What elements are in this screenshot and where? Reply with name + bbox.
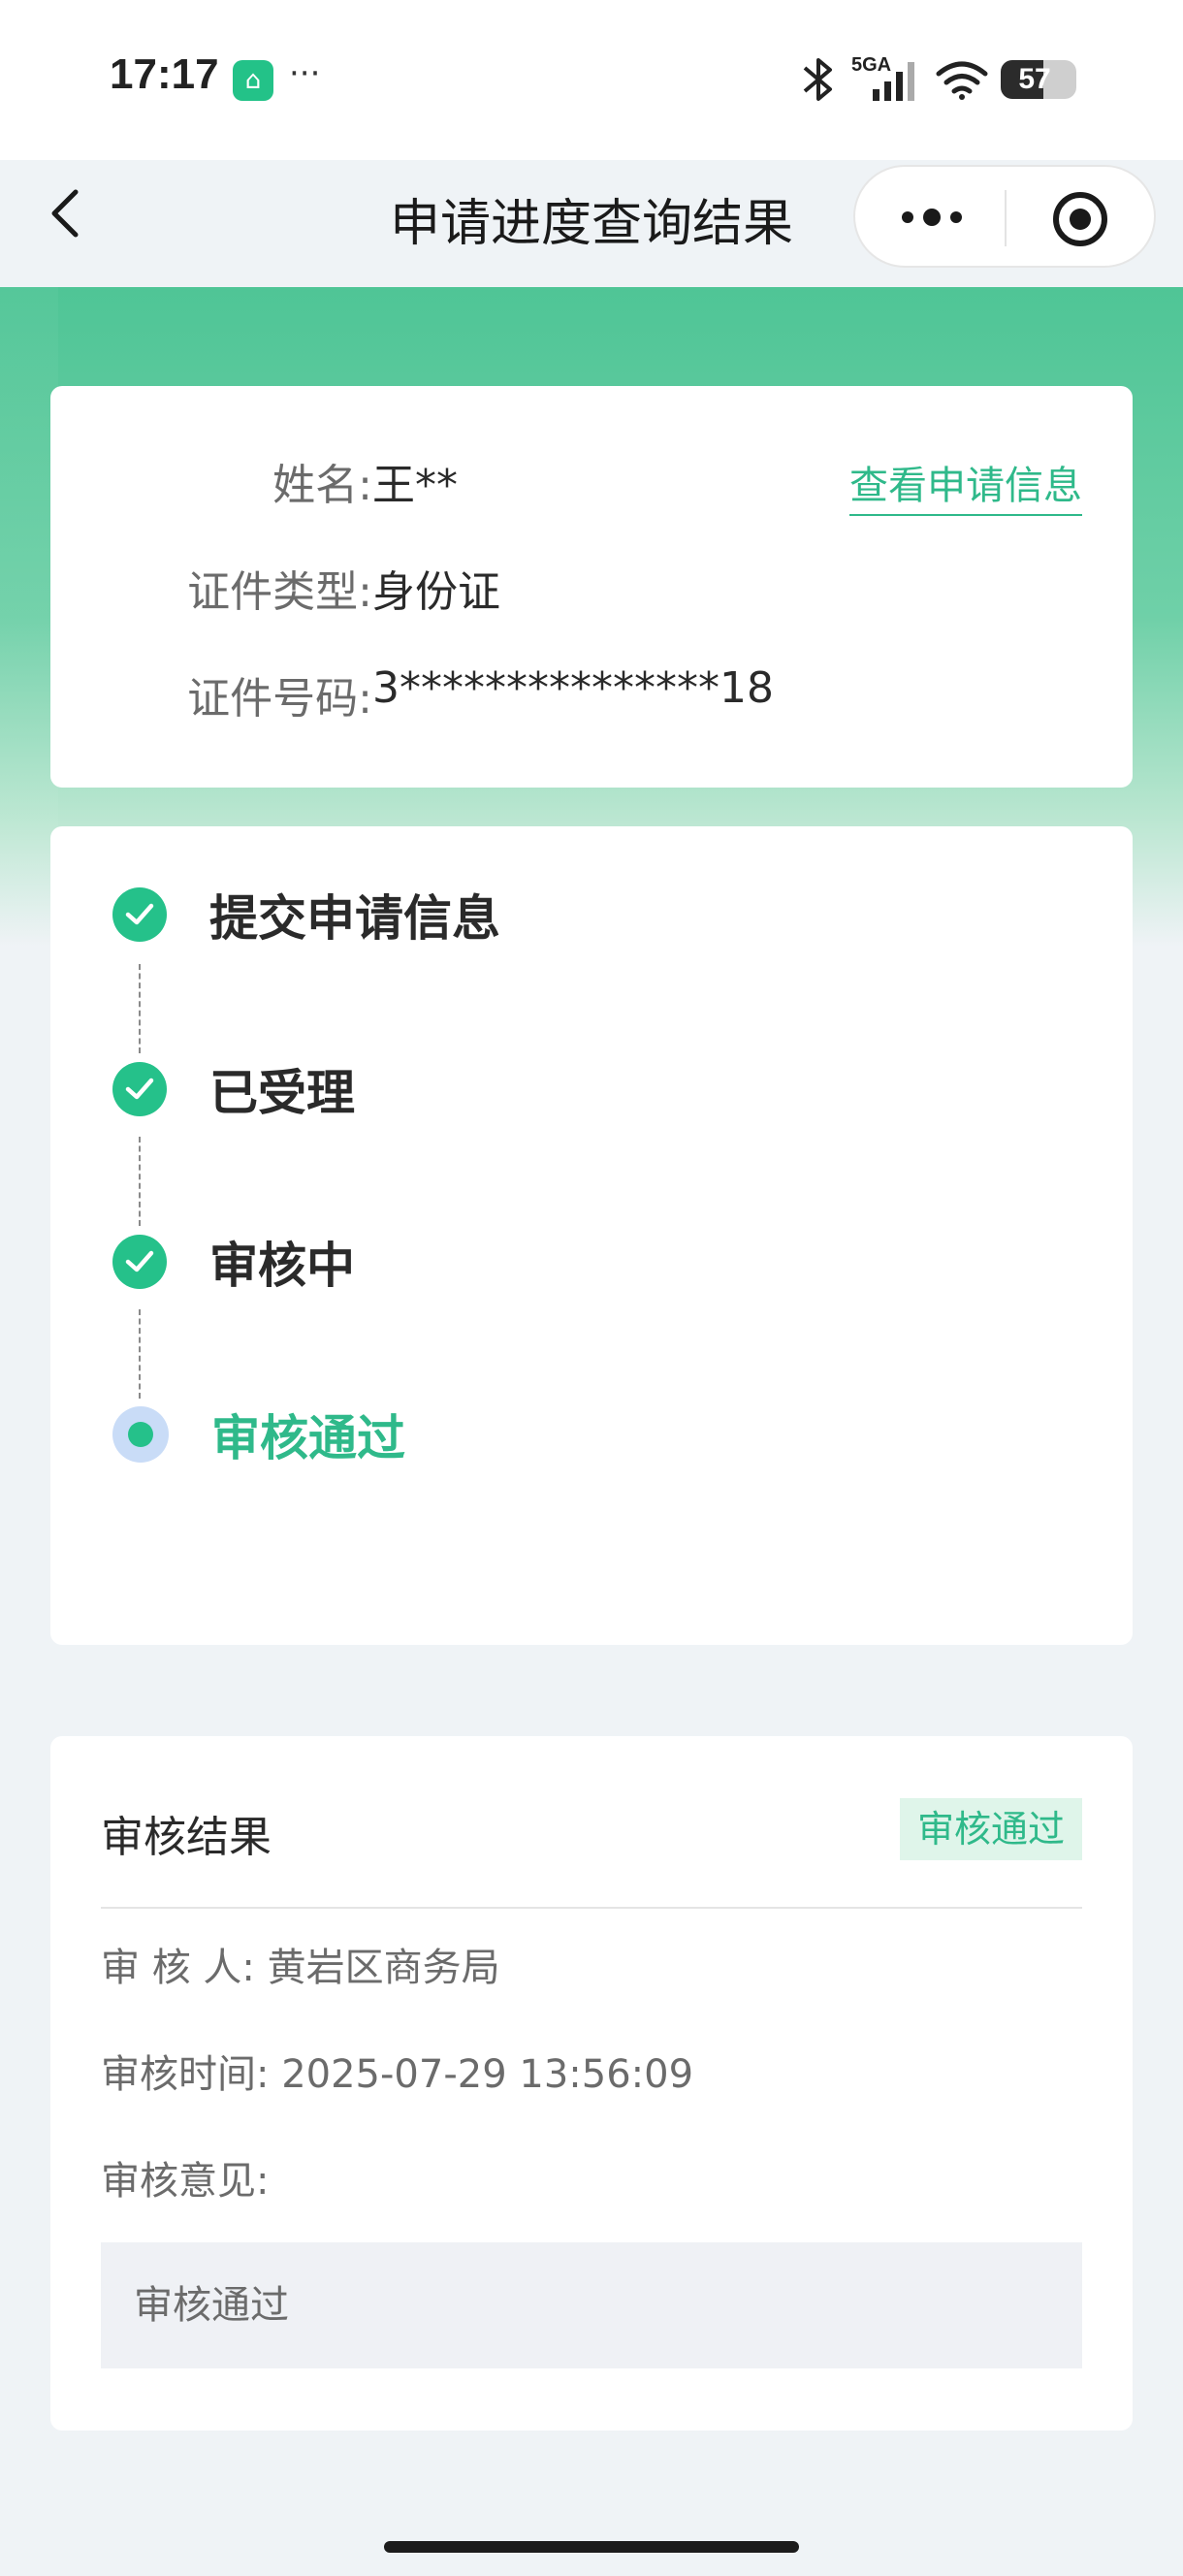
home-indicator[interactable]: [384, 2541, 799, 2553]
id-type-value: 身份证: [372, 567, 500, 617]
status-badge: 审核通过: [899, 1798, 1082, 1860]
step-label: 提交申请信息: [209, 890, 500, 947]
divider: [101, 1907, 1082, 1909]
progress-step-current: 审核通过: [112, 1401, 405, 1468]
review-time-value: 2025-07-29 13:56:09: [281, 2052, 694, 2097]
step-label: 已受理: [209, 1065, 355, 1121]
view-application-link[interactable]: 查看申请信息: [849, 454, 1082, 516]
step-connector: [139, 1137, 141, 1226]
miniprogram-capsule: [853, 165, 1156, 268]
opinion-row: 审核意见:: [101, 2149, 269, 2206]
wifi-icon: [936, 61, 988, 100]
status-time: 17:17: [110, 50, 219, 98]
close-miniprogram-icon[interactable]: [1051, 190, 1109, 248]
id-number-value: 3***************18: [372, 663, 774, 713]
step-label: 审核通过: [211, 1410, 405, 1466]
reviewer-row: 审 核 人: 黄岩区商务局: [101, 1936, 500, 1992]
status-indicators: 5GA 57: [797, 54, 1076, 105]
current-step-dot-icon: [112, 1406, 169, 1463]
more-icon[interactable]: [898, 196, 966, 239]
review-time-row: 审核时间: 2025-07-29 13:56:09: [101, 2043, 693, 2099]
review-result-card: 审核结果 审核通过 审 核 人: 黄岩区商务局 审核时间: 2025-07-29…: [50, 1736, 1133, 2431]
status-bar: 17:17 ⌂ ··· 5GA 57: [0, 0, 1183, 160]
name-value: 王**: [372, 461, 458, 510]
mi-home-icon: ⌂: [233, 60, 273, 101]
step-connector: [139, 964, 141, 1053]
result-title: 审核结果: [101, 1813, 272, 1862]
reviewer-value: 黄岩区商务局: [267, 1946, 500, 1990]
check-circle-icon: [112, 1062, 167, 1116]
progress-step: 已受理: [112, 1055, 355, 1123]
check-circle-icon: [112, 887, 167, 942]
reviewer-label: 审 核 人:: [101, 1946, 255, 1990]
bluetooth-icon: [803, 58, 832, 101]
opinion-box: 审核通过: [101, 2242, 1082, 2368]
name-row: 姓名: 王**: [101, 450, 458, 512]
capsule-divider: [1005, 190, 1007, 246]
signal-icon: 5GA: [851, 54, 923, 105]
review-time-label: 审核时间:: [101, 2052, 270, 2097]
step-label: 审核中: [209, 1238, 355, 1294]
id-type-row: 证件类型: 身份证: [101, 557, 500, 619]
id-type-label: 证件类型:: [187, 567, 372, 617]
applicant-info-card: 姓名: 王** 查看申请信息 证件类型: 身份证 证件号码: 3********…: [50, 386, 1133, 788]
name-label: 姓名:: [272, 461, 372, 510]
battery-level: 57: [1018, 63, 1051, 95]
id-number-row: 证件号码: 3***************18: [101, 663, 774, 725]
battery-icon: 57: [1001, 60, 1076, 99]
progress-step: 审核中: [112, 1228, 355, 1296]
step-connector: [139, 1309, 141, 1399]
id-number-label: 证件号码:: [187, 674, 372, 724]
opinion-label: 审核意见:: [101, 2159, 270, 2204]
progress-card: 提交申请信息 已受理 审核中 审核通过: [50, 826, 1133, 1645]
check-circle-icon: [112, 1235, 167, 1289]
progress-step: 提交申请信息: [112, 881, 500, 949]
status-overflow: ···: [289, 54, 321, 93]
